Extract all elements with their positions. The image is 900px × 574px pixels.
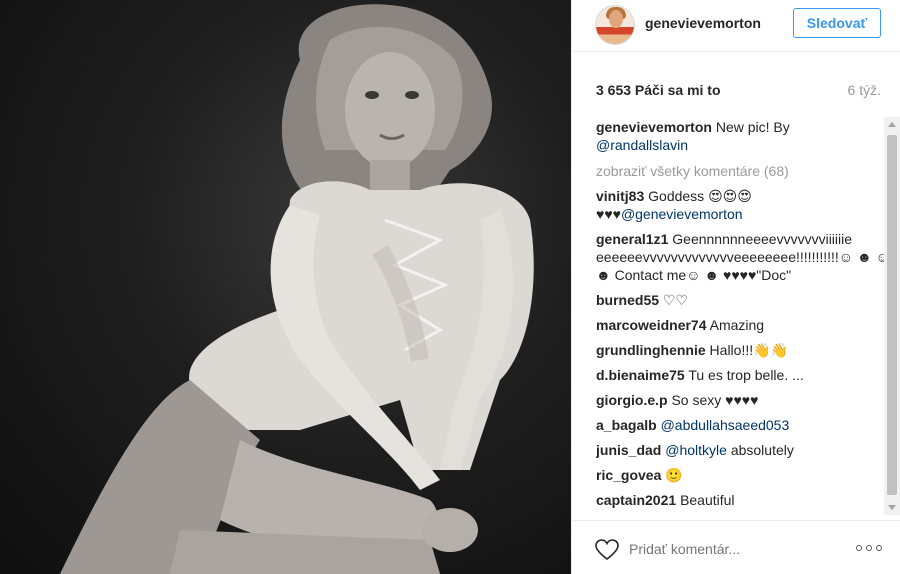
comment-author[interactable]: general1z1 (596, 231, 668, 247)
ellipsis-dot (866, 545, 872, 551)
comment-author[interactable]: vinitj83 (596, 188, 644, 204)
caption: genevievemorton New pic! By @randallslav… (596, 118, 891, 154)
comments-scrollbar[interactable] (884, 117, 900, 515)
comment-author[interactable]: junis_dad (596, 442, 661, 458)
post-photo[interactable] (0, 0, 571, 574)
scroll-down-arrow-icon[interactable] (888, 505, 896, 510)
comment-item: ric_govea 🙂 (596, 466, 891, 484)
comment-text: So sexy ♥♥♥♥ (671, 392, 759, 408)
caption-text: New pic! By (715, 119, 790, 135)
comment-text: ♡♡ (662, 292, 689, 308)
comment-author[interactable]: burned55 (596, 292, 659, 308)
avatar[interactable] (595, 5, 635, 45)
comment-text: Beautiful (680, 492, 735, 508)
comment-item: grundlinghennie Hallo!!!👋👋 (596, 341, 891, 359)
comment-item: vinitj83 Goddess 😍😍😍 ♥♥♥@genevievemorton (596, 187, 891, 223)
post-timestamp[interactable]: 6 týž. (848, 82, 881, 98)
likes-row: 3 653 Páči sa mi to 6 týž. (596, 82, 881, 100)
username-link[interactable]: genevievemorton (645, 15, 761, 31)
post-footer (572, 520, 900, 574)
scroll-up-arrow-icon[interactable] (888, 122, 896, 127)
comment-item: burned55 ♡♡ (596, 291, 891, 309)
comment-item: general1z1 Geennnnnneeeevvvvvvviiiiiie e… (596, 230, 891, 284)
comment-mention[interactable]: @holtkyle (665, 442, 727, 458)
comment-item: giorgio.e.p So sexy ♥♥♥♥ (596, 391, 891, 409)
post-sidebar: genevievemorton Sledovať 3 653 Páči sa m… (571, 0, 900, 574)
likes-count[interactable]: 3 653 Páči sa mi to (596, 82, 721, 98)
comment-item: d.bienaime75 Tu es trop belle. ... (596, 366, 891, 384)
photo-illustration (60, 4, 534, 574)
comment-item: marcoweidner74 Amazing (596, 316, 891, 334)
ellipsis-icon[interactable] (856, 545, 882, 553)
comment-item: captain2021 Beautiful (596, 491, 891, 509)
caption-author[interactable]: genevievemorton (596, 119, 712, 135)
view-all-comments-link[interactable]: zobraziť všetky komentáre (68) (596, 162, 891, 180)
comment-author[interactable]: captain2021 (596, 492, 676, 508)
comments-list[interactable]: genevievemorton New pic! By @randallslav… (596, 118, 891, 516)
comment-item: junis_dad @holtkyle absolutely (596, 441, 891, 459)
comment-text: 🙂 (665, 467, 683, 483)
ellipsis-dot (876, 545, 882, 551)
comment-mention[interactable]: @abdullahsaeed053 (661, 417, 790, 433)
heart-outline-icon[interactable] (595, 539, 619, 561)
comment-text: Hallo!!!👋👋 (709, 342, 788, 358)
ellipsis-dot (856, 545, 862, 551)
comment-author[interactable]: a_bagalb (596, 417, 657, 433)
comment-author[interactable]: giorgio.e.p (596, 392, 668, 408)
scrollbar-thumb[interactable] (887, 135, 897, 495)
avatar-face (609, 10, 623, 28)
comment-author[interactable]: d.bienaime75 (596, 367, 685, 383)
comment-author[interactable]: grundlinghennie (596, 342, 706, 358)
post-header: genevievemorton Sledovať (572, 0, 900, 52)
comment-item: a_bagalb @abdullahsaeed053 (596, 416, 891, 434)
comment-author[interactable]: marcoweidner74 (596, 317, 707, 333)
comment-mention[interactable]: @genevievemorton (621, 206, 743, 222)
follow-button[interactable]: Sledovať (793, 8, 881, 38)
comment-text: Amazing (709, 317, 765, 333)
caption-mention[interactable]: @randallslavin (596, 137, 688, 153)
add-comment-input[interactable] (629, 539, 829, 559)
comment-text: Tu es trop belle. ... (688, 367, 804, 383)
comment-author[interactable]: ric_govea (596, 467, 661, 483)
comment-text: absolutely (730, 442, 794, 458)
